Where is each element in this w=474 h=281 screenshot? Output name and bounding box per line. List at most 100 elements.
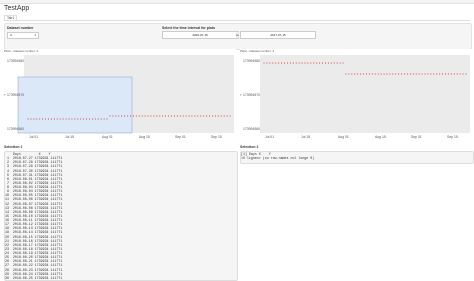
data-point [97, 118, 99, 120]
data-point [295, 62, 297, 64]
data-point [439, 73, 441, 75]
data-point [278, 62, 280, 64]
data-point [211, 115, 213, 117]
data-point [121, 115, 123, 117]
plot1[interactable]: Plot1 - Dataset number: 4 Y 173994580 17… [4, 49, 236, 141]
data-point [91, 118, 93, 120]
data-point [401, 73, 403, 75]
plot2-xtick-5: Sep 15 [447, 135, 458, 139]
selection1-title: Selection 1 [4, 145, 23, 149]
data-point [362, 73, 365, 75]
plot1-ytick-1: 173994570 [7, 93, 24, 97]
data-point [301, 62, 303, 64]
data-point [266, 62, 268, 64]
dataset-select[interactable]: 4 ▾ [7, 32, 39, 39]
data-point [336, 62, 338, 64]
data-point [319, 62, 321, 64]
data-point [217, 115, 219, 117]
plot1-xtick-1: Jul 15 [65, 135, 74, 139]
plot2-ytick-1: 173994570 [243, 93, 260, 97]
data-point [327, 62, 329, 64]
date-to-input[interactable]: 2017-07-15 [240, 31, 316, 39]
data-point [83, 118, 85, 120]
data-point [450, 73, 452, 75]
data-point [223, 115, 225, 117]
data-point [365, 73, 368, 75]
plot2-svg[interactable]: Y 173994580 173994570 173994560 Jul 01 J… [240, 49, 472, 141]
plot1-brush[interactable] [17, 76, 133, 134]
data-point [345, 73, 347, 75]
selection1-table: Days X Y 1 2018-07-27 1739934 111771 2 2… [5, 152, 237, 280]
selection2-line: <0 lignes> (ou row.names nul longe 0) [241, 156, 315, 161]
data-point [403, 73, 406, 75]
data-point [42, 118, 44, 120]
plot2-xtick-0: Jul 01 [265, 135, 274, 139]
data-point [94, 118, 96, 120]
data-point [307, 62, 309, 64]
app-title: TestApp [4, 5, 30, 12]
data-point [167, 115, 170, 117]
time-interval-label: Select the time interval for plots [162, 26, 216, 30]
data-point [395, 73, 397, 75]
data-point [214, 115, 216, 117]
data-point [348, 73, 350, 75]
data-point [392, 73, 394, 75]
data-point [269, 62, 271, 64]
plot1-ytick-0: 173994580 [7, 59, 24, 63]
data-point [444, 73, 447, 75]
plot1-svg[interactable]: Y 173994580 173994570 173994560 Jul 01 J… [4, 49, 236, 141]
data-point [141, 115, 143, 117]
data-point [333, 62, 335, 64]
data-point [27, 118, 29, 120]
data-point [206, 115, 208, 117]
data-point [386, 73, 388, 75]
data-point [109, 115, 111, 117]
data-point [229, 115, 231, 117]
data-point [188, 115, 190, 117]
data-point [147, 115, 149, 117]
plot2[interactable]: Plot2 - Dataset number: 4 Y 173994580 17… [240, 49, 472, 141]
date-from-input[interactable]: 2020-07-15 [162, 31, 238, 39]
data-point [357, 73, 359, 75]
dataset-label: Dataset number [7, 26, 34, 30]
data-point [59, 118, 61, 120]
data-point [433, 73, 435, 75]
data-point [39, 118, 41, 120]
data-point [173, 115, 175, 117]
data-point [351, 73, 353, 75]
data-point [62, 118, 64, 120]
data-point [281, 62, 283, 64]
data-point [106, 118, 108, 120]
data-point [33, 118, 35, 120]
data-point [289, 62, 291, 64]
data-point [115, 115, 117, 117]
data-point [427, 73, 429, 75]
data-point [74, 118, 76, 120]
plot1-xtick-3: Aug 15 [139, 135, 150, 139]
data-point [47, 118, 50, 120]
selection2-text: [1] Days X Y <0 lignes> (ou row.names nu… [241, 152, 473, 160]
data-point [313, 62, 315, 64]
dataset-select-value: 4 [10, 33, 12, 37]
data-point [430, 73, 432, 75]
data-point [124, 115, 126, 117]
data-point [103, 118, 105, 120]
date-to-separator: to [236, 31, 239, 39]
chevron-down-icon: ▾ [34, 33, 36, 37]
data-point [162, 115, 164, 117]
data-point [156, 115, 158, 117]
data-point [456, 73, 458, 75]
data-point [50, 118, 52, 120]
data-point [412, 73, 414, 75]
data-point [194, 115, 196, 117]
data-point [182, 115, 184, 117]
data-point [354, 73, 356, 75]
plot2-xtick-4: Sep 01 [411, 135, 422, 139]
data-point [118, 115, 120, 117]
data-point [112, 115, 114, 117]
data-point [415, 73, 417, 75]
data-point [53, 118, 55, 120]
data-point [406, 73, 408, 75]
plot2-xtick-1: Jul 15 [301, 135, 310, 139]
data-point [371, 73, 373, 75]
